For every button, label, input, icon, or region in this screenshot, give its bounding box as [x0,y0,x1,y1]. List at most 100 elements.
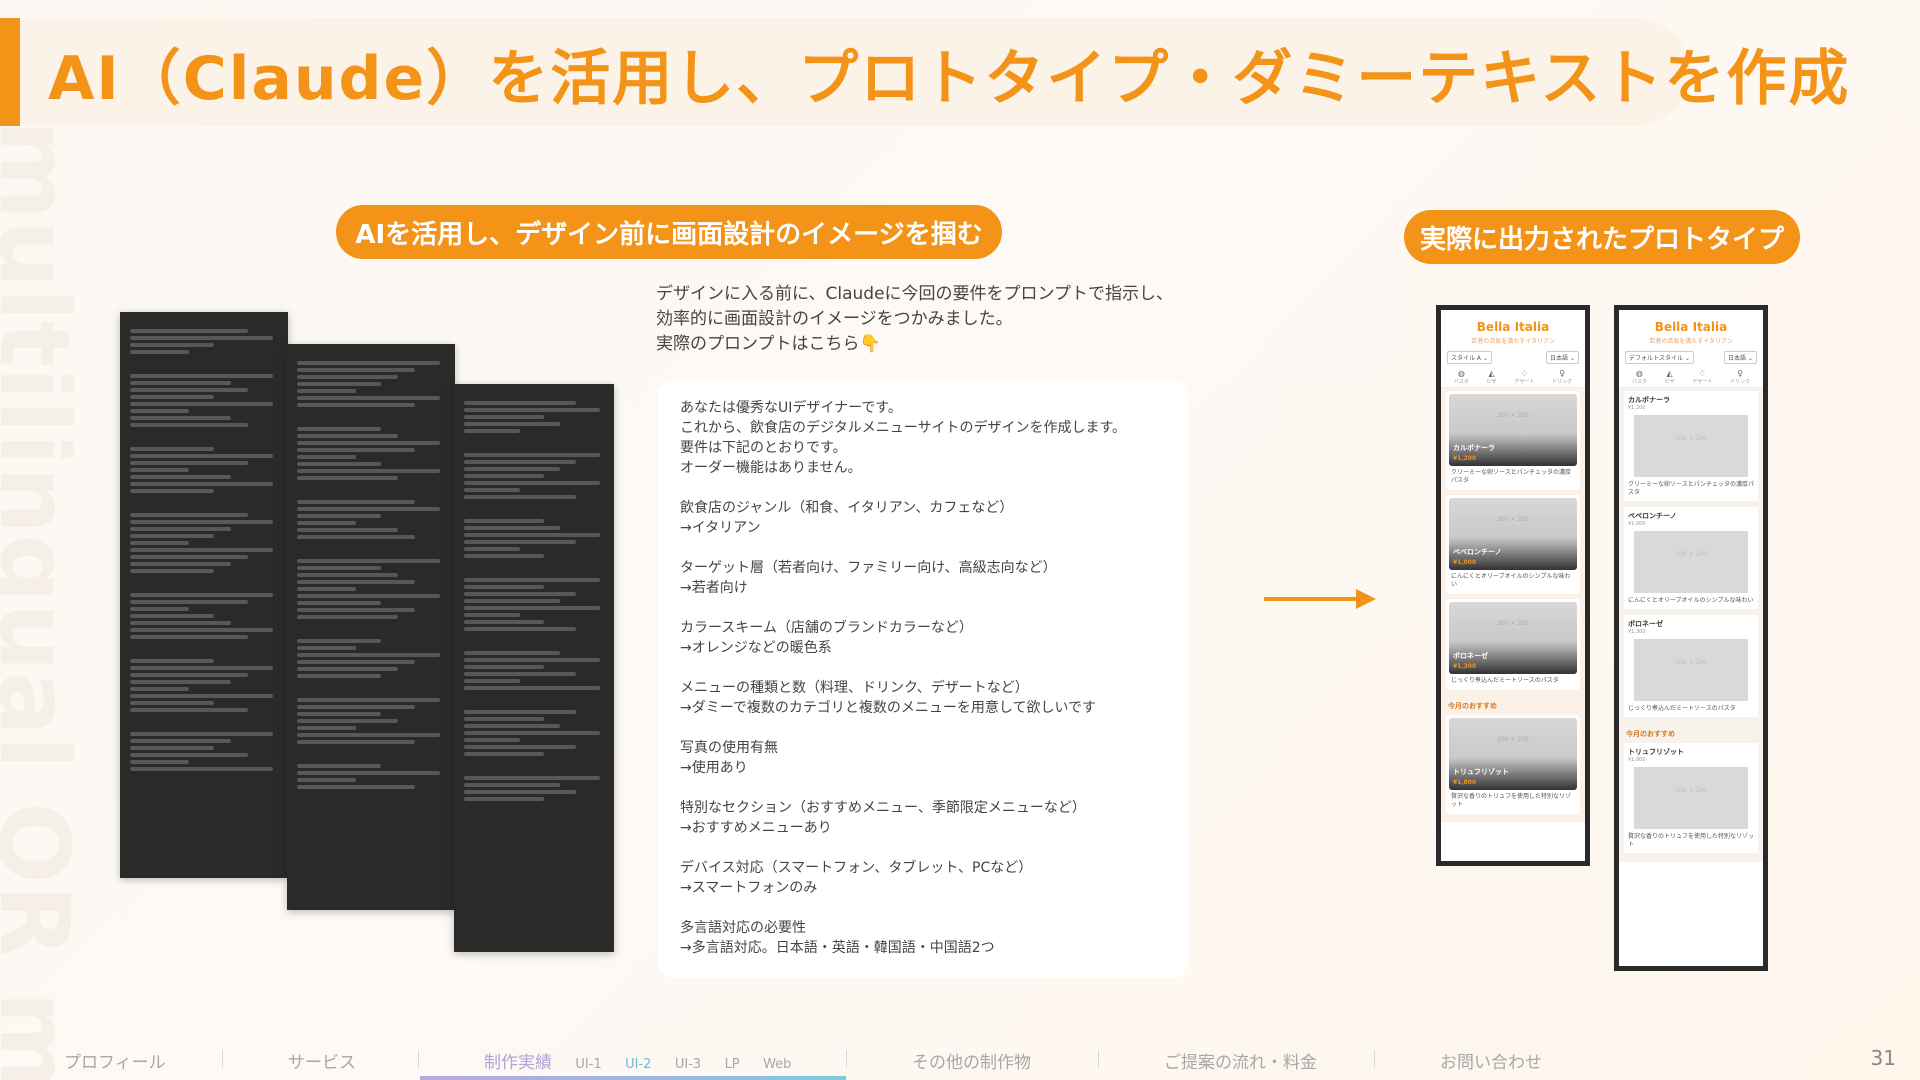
featured-section-title: 今月のおすすめ [1626,730,1675,738]
tab-pasta[interactable]: ◍ パスタ [1454,369,1469,385]
nav-divider [1374,1050,1375,1068]
prompt-blank-line [680,538,1166,558]
right-arrow-icon [1264,589,1376,609]
language-select[interactable]: 日本語 ⌄ [1546,351,1579,364]
tab-pasta[interactable]: ◍ パスタ [1632,369,1647,385]
menu-item-card[interactable]: 300 × 200 ペペロンチーノ ¥1,000 にんにくとオリーブオイルのシン… [1446,495,1580,594]
menu-item-card[interactable]: 300 × 200 ボロネーゼ ¥1,300 じっくり煮込んだミートソースのパス… [1446,599,1580,690]
dish-image-placeholder: 300 × 200 ペペロンチーノ ¥1,000 [1449,498,1577,570]
prompt-blank-line [680,598,1166,618]
restaurant-subtitle: 若者の活気を満たすイタリアン [1649,338,1733,345]
prompt-blank-line [680,778,1166,798]
intro-text: デザインに入る前に、Claudeに今回の要件をプロンプトで指示し、 効率的に画面… [656,282,1216,357]
prompt-card: あなたは優秀なUIデザイナーです。これから、飲食店のデジタルメニューサイトのデザ… [658,380,1188,978]
featured-section-title: 今月のおすすめ [1448,702,1497,710]
dish-image-placeholder: 300 × 200 ボロネーゼ ¥1,300 [1449,602,1577,674]
prompt-line: デバイス対応（スマートフォン、タブレット、PCなど） [680,860,1033,876]
prompt-line: →使用あり [680,760,748,776]
nav-other-works[interactable]: その他の制作物 [912,1048,1031,1073]
nav-sub-ui-2[interactable]: UI-2 [625,1057,651,1072]
restaurant-subtitle: 若者の活気を満たすイタリアン [1471,338,1555,345]
style-select[interactable]: デフォルトスタイル ⌄ [1625,351,1694,364]
prompt-line: あなたは優秀なUIデザイナーです。 [680,400,902,416]
prototype-phone-b: Bella Italia 若者の活気を満たすイタリアン デフォルトスタイル ⌄ … [1614,305,1768,971]
prompt-blank-line [680,718,1166,738]
dessert-icon: ♢ [1698,369,1706,378]
tab-dessert[interactable]: ♢ デザート [1692,369,1712,385]
menu-item-card[interactable]: 300 × 200 カルボナーラ ¥1,200 クリーミーな卵ソースとパンチェッ… [1446,391,1580,490]
restaurant-title: Bella Italia [1476,320,1550,334]
prompt-line: →ダミーで複数のカテゴリと複数のメニューを用意して欲しいです [680,700,1097,716]
intro-line: 効率的に画面設計のイメージをつかみました。 [656,309,1013,329]
intro-line: デザインに入る前に、Claudeに今回の要件をプロンプトで指示し、 [656,284,1174,304]
prompt-line: これから、飲食店のデジタルメニューサイトのデザインを作成します。 [680,420,1127,436]
nav-divider [418,1050,419,1068]
chat-screenshot-2 [287,344,455,910]
chat-screenshot-3 [454,384,614,952]
tab-drink[interactable]: ♀ ドリンク [1552,369,1572,385]
dish-image-placeholder: 300 × 200 [1634,531,1748,593]
prompt-line: メニューの種類と数（料理、ドリンク、デザートなど） [680,680,1029,696]
restaurant-title: Bella Italia [1654,320,1728,334]
page-number: 31 [1870,1046,1896,1070]
nav-service[interactable]: サービス [288,1048,356,1073]
prompt-line: 写真の使用有無 [680,740,778,756]
prompt-line: カラースキーム（店舗のブランドカラーなど） [680,620,973,636]
prompt-line: 飲食店のジャンル（和食、イタリアン、カフェなど） [680,500,1014,516]
menu-item-card[interactable]: ボロネーゼ ¥1,300 300 × 200 じっくり煮込んだミートソースのパス… [1624,615,1758,717]
side-watermark: multilingual QR menu [0,120,74,1080]
pizza-icon: ◭ [1488,369,1495,378]
dish-image-placeholder: 300 × 200 [1634,415,1748,477]
nav-contact[interactable]: お問い合わせ [1440,1048,1542,1073]
intro-line: 実際のプロンプトはこちら👇 [656,334,881,354]
prompt-line: オーダー機能はありません。 [680,460,862,476]
nav-flow-pricing[interactable]: ご提案の流れ・料金 [1164,1048,1317,1073]
prompt-line: →スマートフォンのみ [680,880,818,896]
prompt-blank-line [680,478,1166,498]
prompt-line: →若者向け [680,580,748,596]
nav-divider [846,1050,847,1068]
drink-icon: ♀ [1737,369,1744,378]
drink-icon: ♀ [1559,369,1566,378]
dessert-icon: ♢ [1520,369,1528,378]
prompt-line: 特別なセクション（おすすめメニュー、季節限定メニューなど） [680,800,1086,816]
prompt-line: →おすすめメニューあり [680,820,832,836]
prompt-line: 要件は下記のとおりです。 [680,440,847,456]
right-section-pill: 実際に出力されたプロトタイプ [1404,210,1800,264]
nav-works-label: 制作実績 [484,1053,552,1073]
dish-image-placeholder: 300 × 200 [1634,639,1748,701]
tab-pizza[interactable]: ◭ ピザ [1665,369,1675,385]
prompt-blank-line [680,898,1166,918]
menu-item-card[interactable]: カルボナーラ ¥1,200 300 × 200 クリーミーな卵ソースとパンチェッ… [1624,391,1758,501]
featured-item-card[interactable]: 300 × 200 トリュフリゾット ¥1,800 贅沢な香りのトリュフを使用し… [1446,715,1580,814]
bottom-navigation: プロフィール サービス 制作実績 UI-1 UI-2 UI-3 LP Web そ… [0,1040,1920,1080]
dish-image-placeholder: 300 × 200 カルボナーラ ¥1,200 [1449,394,1577,466]
chat-screenshot-1 [120,312,288,878]
prompt-line: →イタリアン [680,520,761,536]
left-section-pill: AIを活用し、デザイン前に画面設計のイメージを掴む [336,205,1002,259]
page-title: AI（Claude）を活用し、プロトタイプ・ダミーテキストを作成 [48,44,1851,114]
language-select[interactable]: 日本語 ⌄ [1724,351,1757,364]
nav-active-underline [420,1076,846,1080]
nav-sub-lp[interactable]: LP [725,1057,740,1072]
dish-image-placeholder: 300 × 200 [1634,767,1748,829]
nav-works[interactable]: 制作実績 UI-1 UI-2 UI-3 LP Web [484,1048,791,1073]
nav-sub-ui-3[interactable]: UI-3 [675,1057,701,1072]
nav-sub-web[interactable]: Web [763,1057,791,1072]
nav-sub-ui-1[interactable]: UI-1 [575,1057,601,1072]
nav-divider [222,1050,223,1068]
tab-pizza[interactable]: ◭ ピザ [1487,369,1497,385]
menu-item-card[interactable]: ペペロンチーノ ¥1,000 300 × 200 にんにくとオリーブオイルのシン… [1624,507,1758,609]
prompt-blank-line [680,838,1166,858]
featured-item-card[interactable]: トリュフリゾット ¥1,800 300 × 200 贅沢な香りのトリュフを使用し… [1624,743,1758,853]
tab-drink[interactable]: ♀ ドリンク [1730,369,1750,385]
title-accent-bar [0,18,20,126]
dish-image-placeholder: 300 × 200 トリュフリゾット ¥1,800 [1449,718,1577,790]
style-select[interactable]: スタイル A ⌄ [1447,351,1492,364]
prompt-line: →オレンジなどの暖色系 [680,640,832,656]
prompt-line: →多言語対応。日本語・英語・韓国語・中国語2つ [680,940,995,956]
pasta-icon: ◍ [1457,369,1465,378]
prototype-phone-a: Bella Italia 若者の活気を満たすイタリアン スタイル A ⌄ 日本語… [1436,305,1590,866]
tab-dessert[interactable]: ♢ デザート [1514,369,1534,385]
nav-profile[interactable]: プロフィール [64,1048,166,1073]
